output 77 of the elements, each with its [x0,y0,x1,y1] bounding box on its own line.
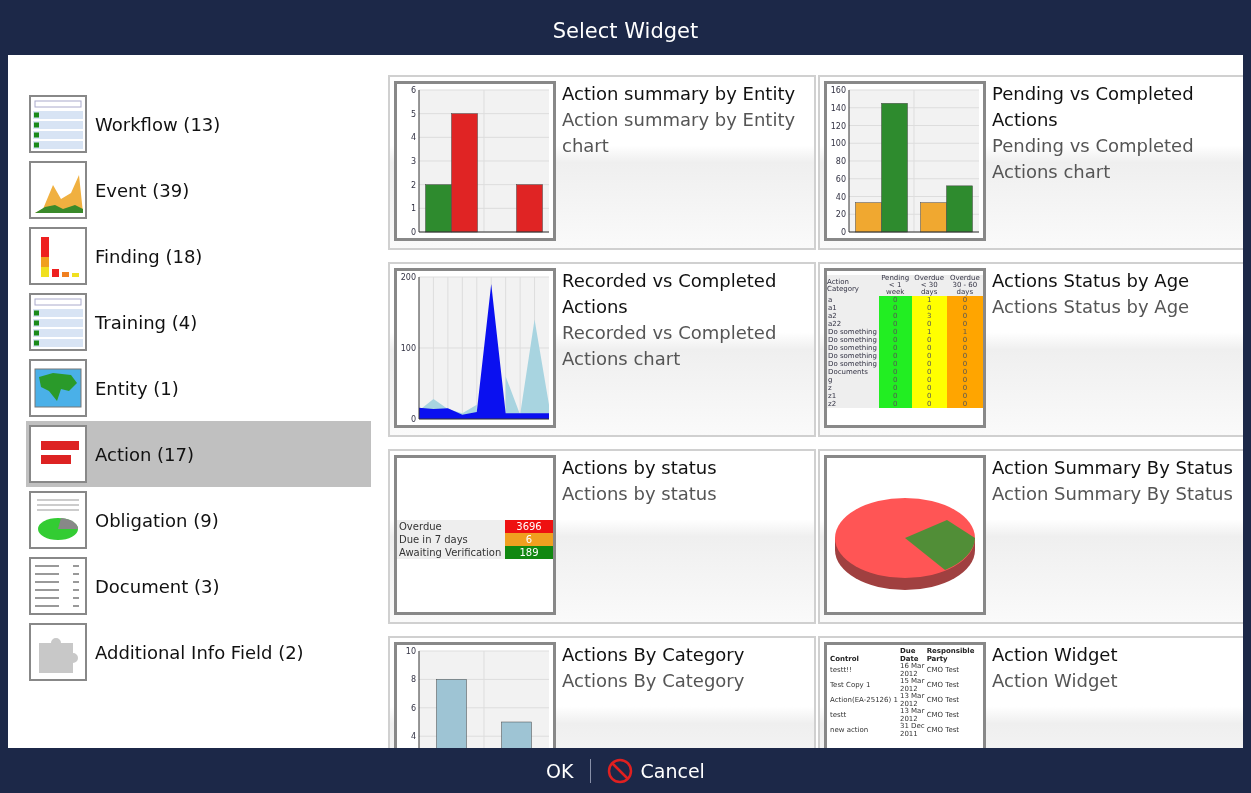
status-label: Due in 7 days [397,533,505,546]
thumbnail-icon [29,557,87,615]
widget-card[interactable]: 0 20 40 60 80 100 120 140 160 Pending vs Completed Actions Pending vs Completed Actions chart [818,75,1243,250]
category-item[interactable]: Workflow (13) [26,91,371,157]
widget-card[interactable]: 4 6 8 10 Actions By Category Actions By Category [388,636,816,748]
category-item[interactable]: Entity (1) [26,355,371,421]
tick-label: 200 [400,273,416,282]
thumbnail-icon [29,161,87,219]
tick-label: 0 [410,228,416,237]
status-count: 189 [505,546,553,559]
category-item[interactable]: Additional Info Field (2) [26,619,371,685]
widget-description: Actions by status [562,482,717,506]
widget-title: Action Summary By Status [992,456,1233,480]
bar [436,679,467,748]
tick-label: 3 [410,157,416,166]
widget-title: Pending vs Completed Actions [992,82,1195,132]
tick-label: 6 [410,703,416,713]
widget-title: Actions Status by Age [992,269,1190,293]
thumbnail-icon [29,491,87,549]
widget-description: Recorded vs Completed Actions chart [562,321,778,371]
thumbnail-icon [29,359,87,417]
tick-label: 120 [830,121,846,131]
tick-label: 40 [835,192,846,202]
tick-label: 100 [830,139,846,149]
ok-button[interactable]: OK [540,755,580,786]
widget-description: Action Widget [992,669,1118,693]
status-label: Awaiting Verification [397,546,505,559]
tick-label: 0 [410,415,416,424]
tick-label: 1 [410,204,416,214]
thumbnail-icon [29,293,87,351]
widget-title: Action summary by Entity [562,82,797,106]
bar [516,184,543,233]
tick-label: 20 [835,210,846,220]
tick-label: 4 [410,133,416,143]
widget-card[interactable]: Overdue 3696 Due in 7 days 6 Awaiting Verification 189 Actions by status Actions by status [388,449,816,624]
tick-label: 6 [410,86,416,95]
category-item[interactable]: Event (39) [26,157,371,223]
thumbnail-icon [29,623,87,681]
category-item[interactable]: Training (4) [26,289,371,355]
widget-title: Actions by status [562,456,717,480]
tick-label: 60 [835,174,846,184]
tick-label: 10 [405,647,416,656]
tick-label: 2 [410,180,416,190]
widget-description: Action summary by Entity chart [562,108,797,158]
thumbnail-icon [29,425,87,483]
status-count: 6 [505,533,553,546]
tick-label: 80 [835,157,846,166]
tick-label: 160 [830,86,846,95]
widget-title: Action Widget [992,643,1118,667]
bar [501,721,532,748]
widget-card[interactable]: 0 1 2 3 4 5 6 Action summary by Entity Action summary by Entity chart [388,75,816,250]
widget-card[interactable] [818,262,1243,437]
tick-label: 4 [410,732,416,742]
widget-description: Actions Status by Age [992,295,1190,319]
widget-description: Action Summary By Status [992,482,1233,506]
status-count: 3696 [505,520,553,533]
window-title: Select Widget [552,17,699,43]
widget-description: Actions By Category [562,669,745,693]
widget-card[interactable]: Action Summary By Status Action Summary By Status [818,449,1243,624]
tick-label: 8 [410,675,416,685]
tick-label: 0 [840,228,846,237]
cancel-icon [606,757,633,784]
tick-label: 100 [400,344,416,353]
category-item[interactable]: Finding (18) [26,223,371,289]
widget-card[interactable]: 0 100 200 Recorded vs Completed Actions Recorded vs Completed Actions chart [388,262,816,437]
cancel-button[interactable]: Cancel [600,753,711,788]
thumbnail-icon [29,95,87,153]
category-item[interactable]: Document (3) [26,553,371,619]
tick-label: 5 [410,109,416,119]
tick-label: 140 [830,103,846,113]
widget-description: Pending vs Completed Actions chart [992,134,1195,184]
category-item[interactable]: Action (17) [26,421,371,487]
status-label: Overdue [397,520,505,533]
thumbnail-icon [29,227,87,285]
widget-title: Recorded vs Completed Actions [562,269,778,319]
category-item[interactable]: Obligation (9) [26,487,371,553]
widget-title: Actions By Category [562,643,745,667]
